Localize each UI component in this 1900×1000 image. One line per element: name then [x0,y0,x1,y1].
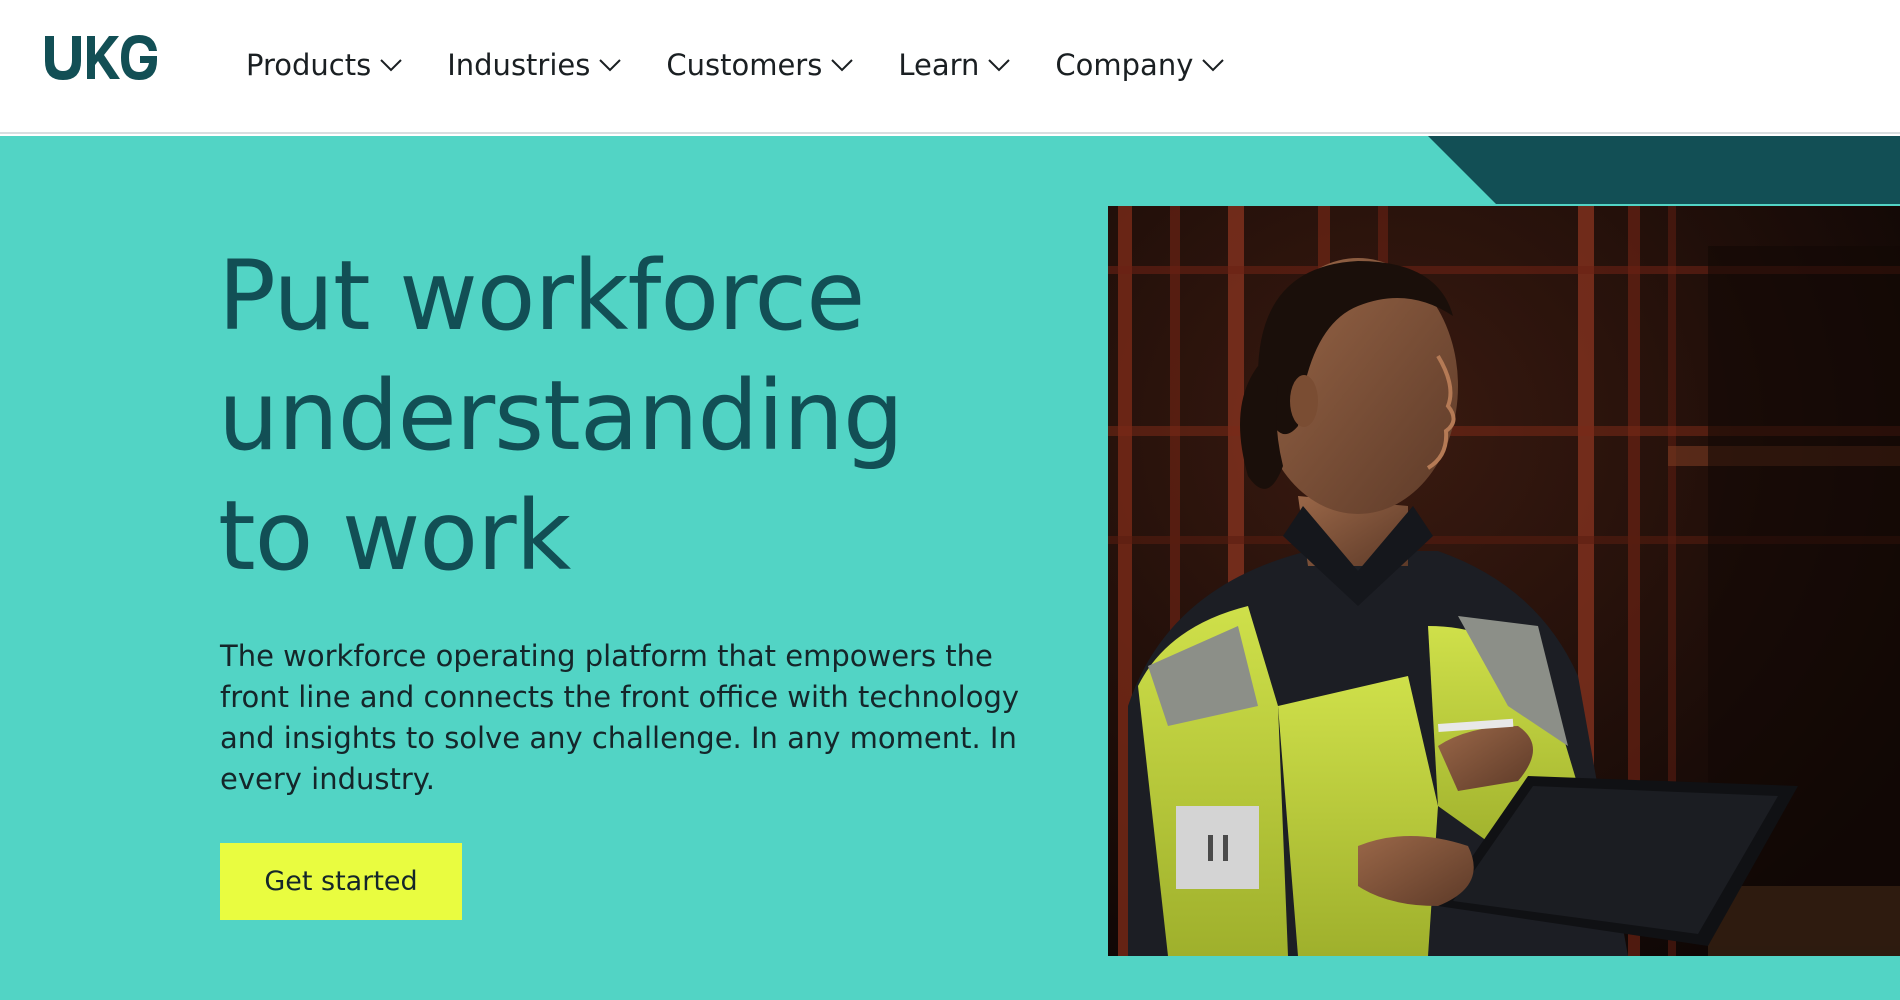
chevron-down-icon [1202,59,1225,72]
pause-icon [1207,834,1228,861]
site-header: Products Industries Customers Learn Comp… [0,0,1900,134]
ukg-logo-mark [45,35,157,80]
main-nav: Products Industries Customers Learn Comp… [246,42,1269,88]
nav-learn[interactable]: Learn [898,48,1011,82]
chevron-down-icon [599,59,622,72]
hero-section: Put workforce understanding to work The … [0,136,1900,1000]
hero-title-line-3: to work [218,480,571,592]
nav-customers-label: Customers [666,48,823,82]
nav-products-label: Products [246,48,372,82]
chevron-down-icon [988,59,1011,72]
nav-industries-label: Industries [447,48,591,82]
nav-products[interactable]: Products [246,48,403,82]
nav-learn-label: Learn [898,48,980,82]
hero-subtitle: The workforce operating platform that em… [220,639,1020,796]
chevron-down-icon [831,59,854,72]
get-started-button[interactable]: Get started [220,843,462,920]
hero-title-line-2: understanding [218,360,904,472]
nav-company[interactable]: Company [1055,48,1225,82]
hero-accent-shape [1428,136,1900,204]
hero-title-line-1: Put workforce [218,240,865,352]
chevron-down-icon [380,59,402,72]
pause-video-button[interactable] [1176,806,1259,889]
hero-title: Put workforce understanding to work [218,236,978,596]
nav-industries[interactable]: Industries [447,48,622,82]
nav-company-label: Company [1055,48,1194,82]
hero-video[interactable] [1108,206,1900,956]
ukg-logo[interactable] [43,30,159,82]
nav-customers[interactable]: Customers [666,48,854,82]
